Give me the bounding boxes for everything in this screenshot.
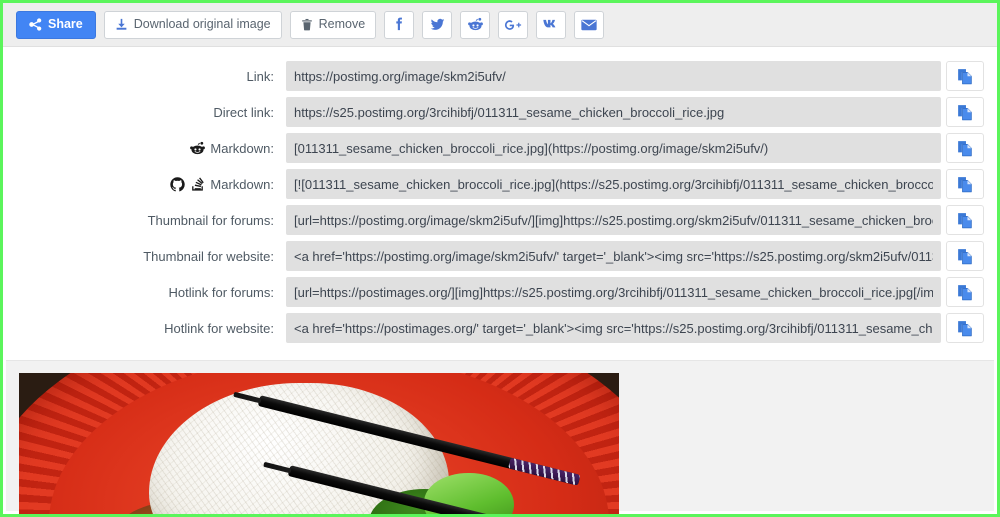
share-link-input[interactable] [286, 169, 941, 199]
share-button-label: Share [48, 17, 83, 32]
wood-table [19, 373, 139, 514]
share-link-row: Hotlink for forums: [3, 277, 997, 307]
copy-to-clipboard-button[interactable] [946, 277, 984, 307]
share-link-input[interactable] [286, 133, 941, 163]
share-link-label-text: Markdown: [210, 176, 274, 192]
share-nodes-icon [29, 18, 42, 31]
share-link-label-text: Link: [246, 68, 274, 84]
copy-to-clipboard-button[interactable] [946, 133, 984, 163]
share-facebook-button[interactable] [384, 10, 415, 39]
github-icon [170, 176, 186, 192]
share-link-input[interactable] [286, 97, 941, 127]
copy-icon [957, 140, 974, 157]
copy-icon [957, 68, 974, 85]
copy-to-clipboard-button[interactable] [946, 169, 984, 199]
share-link-label: Link: [3, 69, 286, 84]
share-link-label-text: Hotlink for forums: [168, 284, 274, 300]
share-link-row: Direct link: [3, 97, 997, 127]
copy-to-clipboard-button[interactable] [946, 205, 984, 235]
share-links-panel: Link: Direct link: Markdown: Markdown: Thumb… [3, 47, 997, 359]
share-link-input[interactable] [286, 277, 941, 307]
copy-icon [957, 320, 974, 337]
share-button[interactable]: Share [16, 10, 96, 39]
copy-icon [957, 104, 974, 121]
uploaded-image[interactable] [19, 373, 619, 514]
share-googleplus-button[interactable] [498, 10, 529, 39]
share-link-label-text: Markdown: [210, 140, 274, 156]
facebook-icon [392, 17, 407, 32]
google-plus-icon [504, 18, 522, 32]
remove-button-label: Remove [318, 17, 366, 32]
share-link-row: Thumbnail for forums: [3, 205, 997, 235]
share-link-label: Thumbnail for website: [3, 249, 286, 264]
share-link-label-text: Hotlink for website: [164, 320, 274, 336]
copy-icon [957, 176, 974, 193]
share-link-row: Markdown: [3, 133, 997, 163]
copy-icon [957, 248, 974, 265]
share-link-label-text: Thumbnail for forums: [147, 212, 274, 228]
share-link-label: Thumbnail for forums: [3, 213, 286, 228]
image-viewer [6, 360, 994, 514]
page-container: Share Download original image Remove Lin… [0, 0, 1000, 517]
stackoverflow-icon [190, 176, 205, 192]
share-link-row: Link: [3, 61, 997, 91]
share-link-row: Markdown: [3, 169, 997, 199]
reddit-icon [190, 141, 206, 156]
share-link-label: Markdown: [3, 177, 286, 192]
share-link-label-text: Direct link: [213, 104, 274, 120]
copy-to-clipboard-button[interactable] [946, 241, 984, 271]
share-link-label: Direct link: [3, 105, 286, 120]
reddit-icon [467, 17, 483, 32]
share-link-label: Markdown: [3, 141, 286, 156]
trash-icon [301, 18, 313, 31]
copy-to-clipboard-button[interactable] [946, 97, 984, 127]
download-original-image-button[interactable]: Download original image [103, 10, 282, 39]
share-link-input[interactable] [286, 205, 941, 235]
share-link-input[interactable] [286, 61, 941, 91]
share-email-button[interactable] [574, 10, 605, 39]
share-link-row: Hotlink for website: [3, 313, 997, 343]
share-twitter-button[interactable] [422, 10, 453, 39]
download-button-label: Download original image [133, 17, 271, 32]
share-link-input[interactable] [286, 313, 941, 343]
remove-button[interactable]: Remove [289, 10, 377, 39]
action-toolbar: Share Download original image Remove [3, 3, 997, 47]
copy-icon [957, 284, 974, 301]
twitter-icon [430, 17, 445, 32]
share-link-label: Hotlink for forums: [3, 285, 286, 300]
download-icon [115, 18, 128, 31]
image-scene [19, 373, 619, 514]
copy-icon [957, 212, 974, 229]
share-link-label-text: Thumbnail for website: [143, 248, 274, 264]
share-link-input[interactable] [286, 241, 941, 271]
share-link-label: Hotlink for website: [3, 321, 286, 336]
share-vk-button[interactable] [536, 10, 567, 39]
vk-icon [543, 18, 560, 31]
copy-to-clipboard-button[interactable] [946, 313, 984, 343]
share-link-row: Thumbnail for website: [3, 241, 997, 271]
share-reddit-button[interactable] [460, 10, 491, 39]
envelope-icon [581, 19, 597, 31]
copy-to-clipboard-button[interactable] [946, 61, 984, 91]
